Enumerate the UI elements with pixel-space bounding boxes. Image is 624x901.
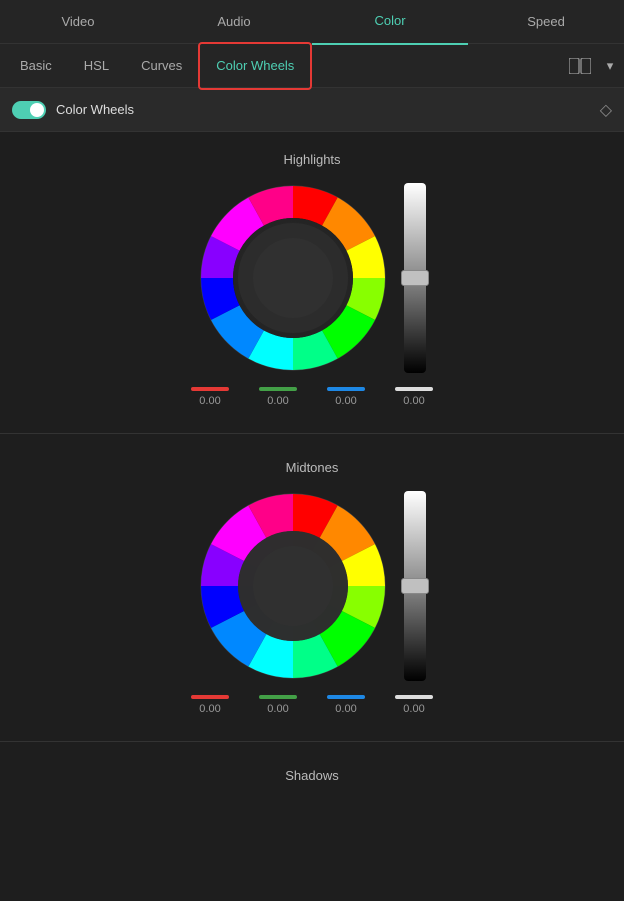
highlights-red-value: 0.00	[199, 395, 220, 407]
midtones-channels: 0.00 0.00 0.00 0.00	[20, 695, 604, 725]
chevron-down-icon[interactable]: ▾	[600, 56, 620, 76]
highlights-blue-channel: 0.00	[327, 387, 365, 407]
tab-color-wheels[interactable]: Color Wheels	[198, 42, 312, 90]
midtones-blue-line	[327, 695, 365, 699]
midtones-white-value: 0.00	[403, 703, 424, 715]
divider-2	[0, 741, 624, 742]
highlights-white-channel: 0.00	[395, 387, 433, 407]
tab-curves[interactable]: Curves	[125, 44, 198, 88]
diamond-icon[interactable]: ◇	[600, 100, 612, 120]
highlights-wheel-container[interactable]	[198, 183, 388, 373]
highlights-red-line	[191, 387, 229, 391]
highlights-green-line	[259, 387, 297, 391]
color-wheels-toggle[interactable]	[12, 101, 46, 119]
main-content: Highlights	[0, 132, 624, 901]
highlights-label: Highlights	[20, 152, 604, 167]
midtones-blue-value: 0.00	[335, 703, 356, 715]
split-view-icon[interactable]	[568, 56, 592, 76]
shadows-label: Shadows	[20, 768, 604, 783]
midtones-color-wheel[interactable]	[198, 491, 388, 681]
shadows-section: Shadows	[0, 748, 624, 809]
tab-basic[interactable]: Basic	[4, 44, 68, 88]
highlights-green-channel: 0.00	[259, 387, 297, 407]
midtones-red-channel: 0.00	[191, 695, 229, 715]
highlights-channels: 0.00 0.00 0.00 0.00	[20, 387, 604, 417]
midtones-green-channel: 0.00	[259, 695, 297, 715]
highlights-blue-line	[327, 387, 365, 391]
highlights-red-channel: 0.00	[191, 387, 229, 407]
midtones-white-channel: 0.00	[395, 695, 433, 715]
tab-speed[interactable]: Speed	[468, 0, 624, 44]
midtones-red-line	[191, 695, 229, 699]
highlights-white-line	[395, 387, 433, 391]
midtones-green-value: 0.00	[267, 703, 288, 715]
highlights-white-value: 0.00	[403, 395, 424, 407]
section-header: Color Wheels ◇	[0, 88, 624, 132]
midtones-green-line	[259, 695, 297, 699]
sub-tab-bar: Basic HSL Curves Color Wheels ▾	[0, 44, 624, 88]
tab-hsl[interactable]: HSL	[68, 44, 125, 88]
sub-tab-actions: ▾	[568, 56, 620, 76]
midtones-section: Midtones	[0, 440, 624, 735]
section-title: Color Wheels	[56, 102, 600, 117]
highlights-brightness-slider[interactable]	[404, 183, 426, 373]
divider-1	[0, 433, 624, 434]
midtones-blue-channel: 0.00	[327, 695, 365, 715]
highlights-blue-value: 0.00	[335, 395, 356, 407]
tab-audio[interactable]: Audio	[156, 0, 312, 44]
highlights-wheel-row	[20, 183, 604, 373]
highlights-slider-thumb[interactable]	[401, 270, 429, 286]
tab-video[interactable]: Video	[0, 0, 156, 44]
midtones-red-value: 0.00	[199, 703, 220, 715]
tab-color[interactable]: Color	[312, 0, 468, 45]
midtones-wheel-container[interactable]	[198, 491, 388, 681]
midtones-brightness-slider[interactable]	[404, 491, 426, 681]
top-tab-bar: Video Audio Color Speed	[0, 0, 624, 44]
midtones-slider-thumb[interactable]	[401, 578, 429, 594]
highlights-section: Highlights	[0, 132, 624, 427]
midtones-white-line	[395, 695, 433, 699]
highlights-green-value: 0.00	[267, 395, 288, 407]
midtones-wheel-row	[20, 491, 604, 681]
midtones-label: Midtones	[20, 460, 604, 475]
highlights-color-wheel[interactable]	[198, 183, 388, 373]
